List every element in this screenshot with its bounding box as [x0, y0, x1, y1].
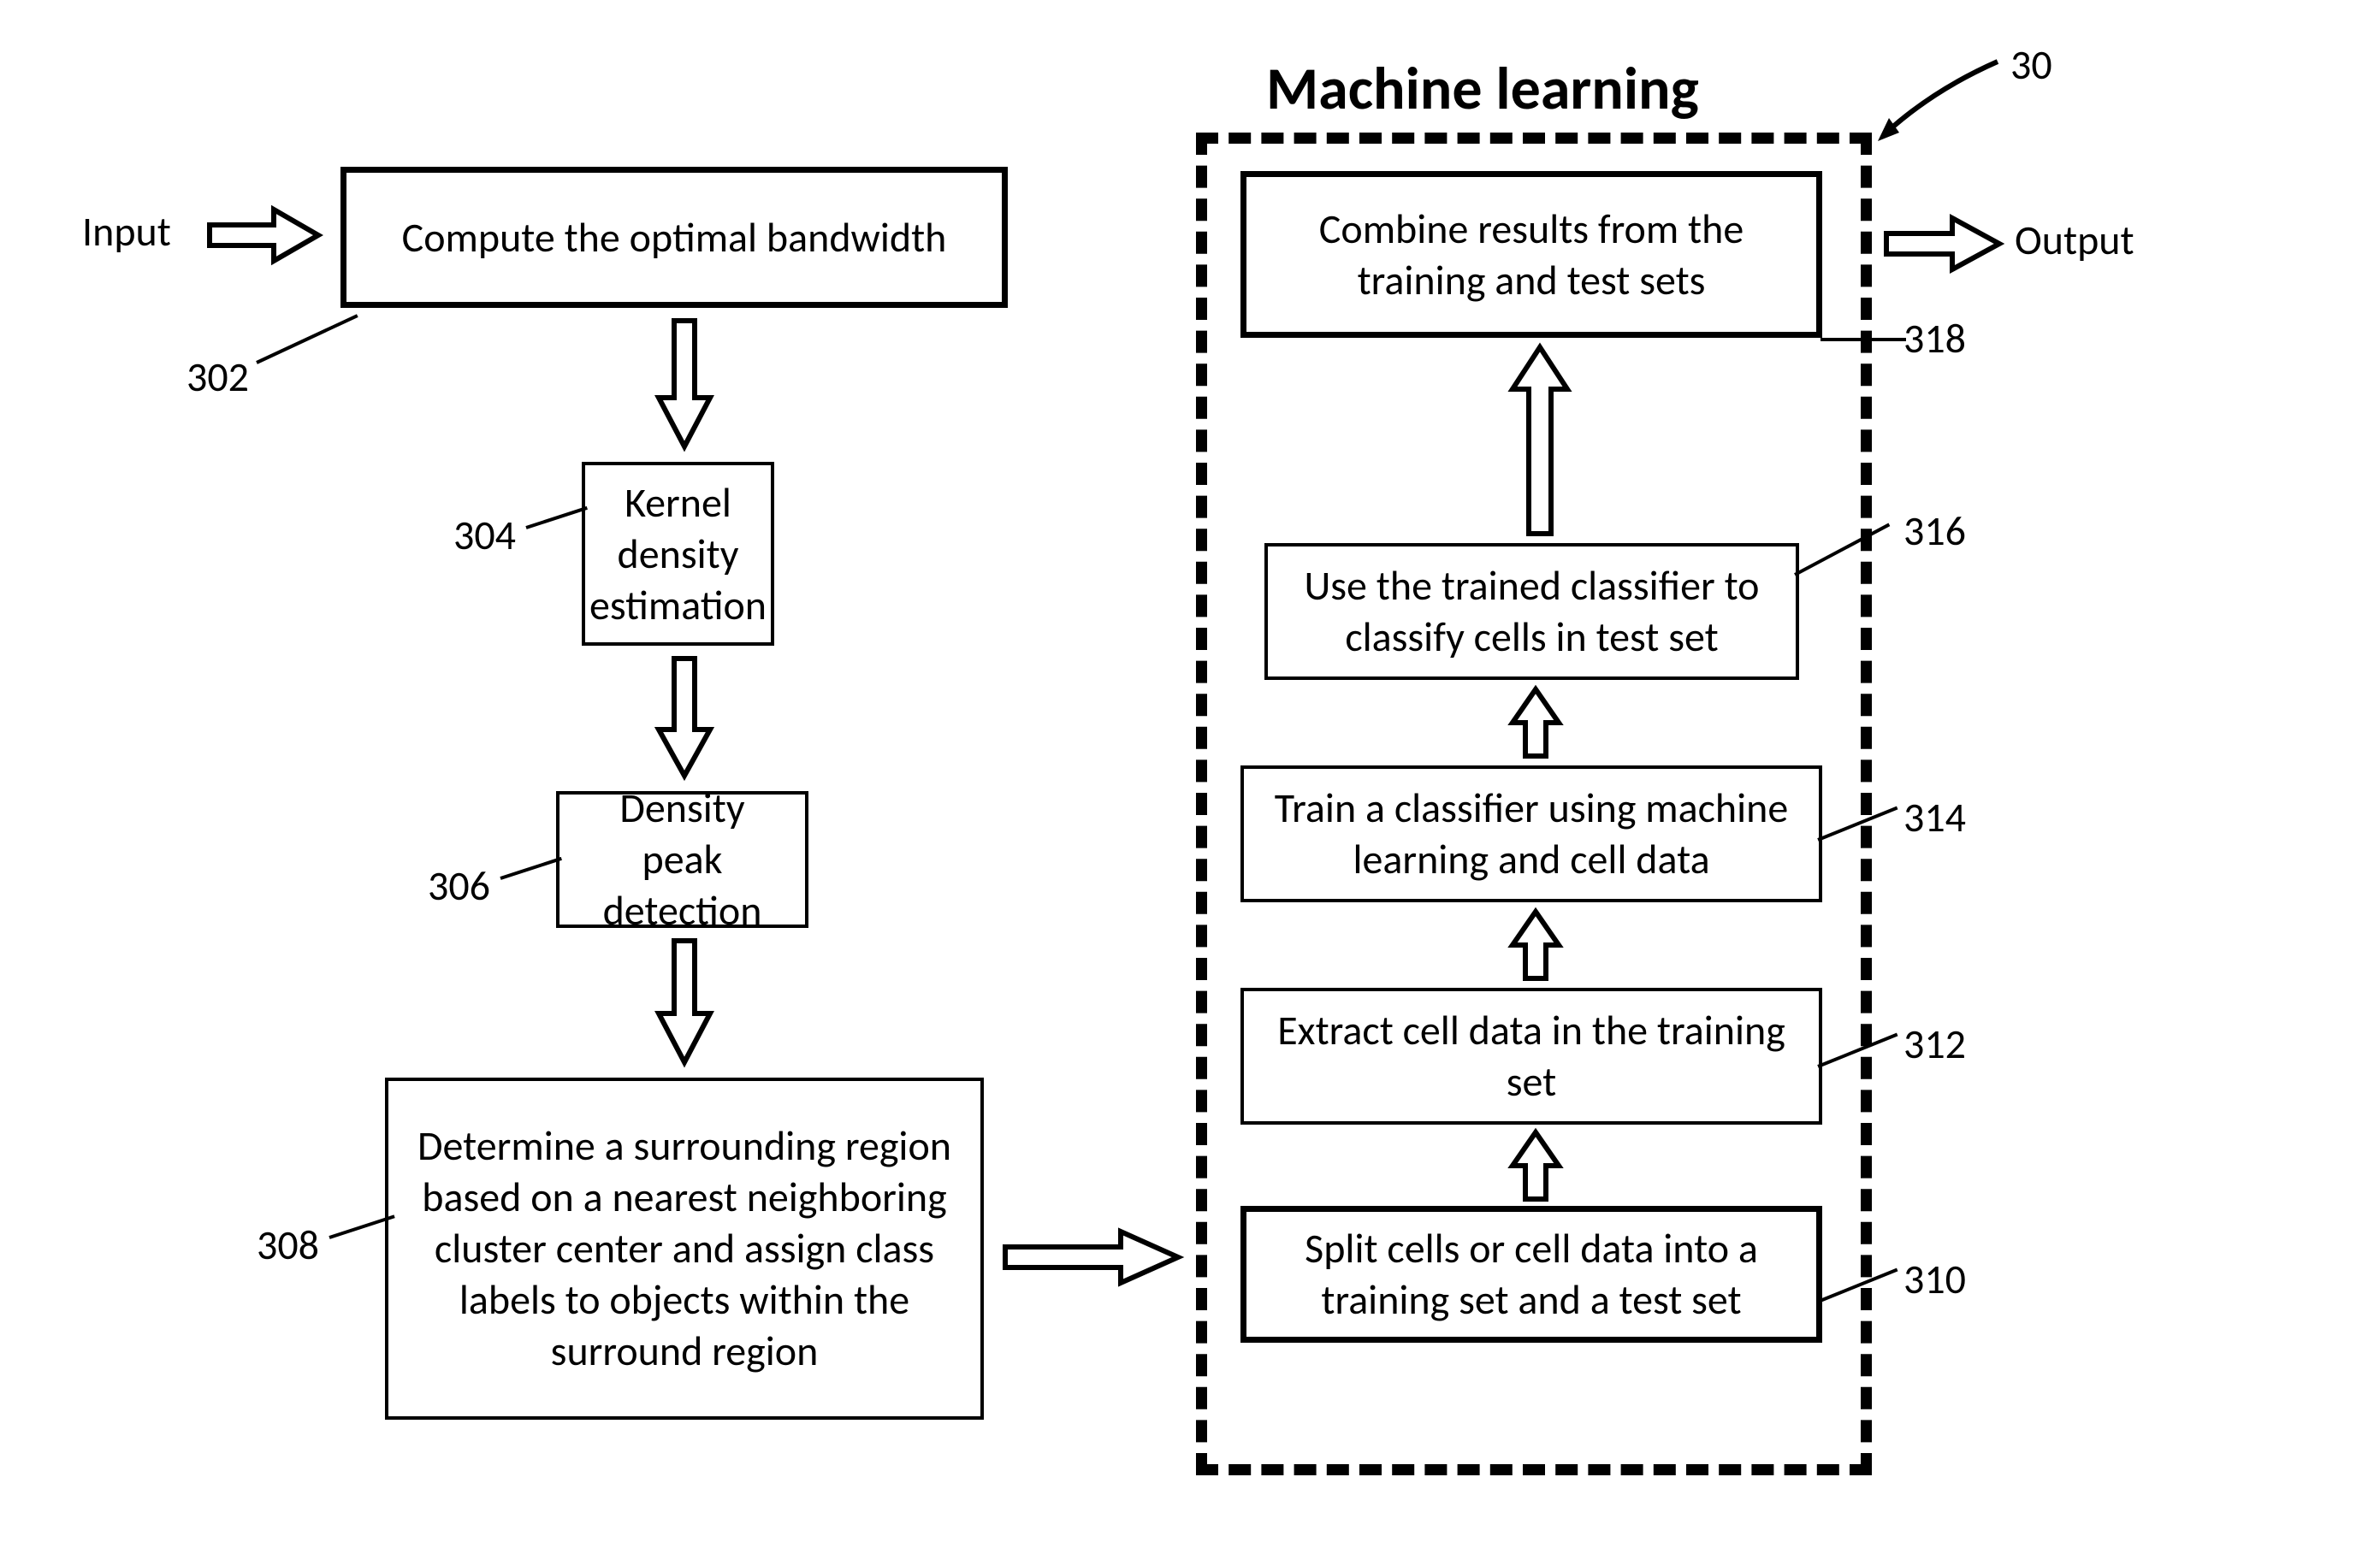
leader-318: [1821, 338, 1906, 341]
ref-312: 312: [1903, 1022, 1966, 1067]
arrow-304-306: [650, 654, 719, 783]
ref-316: 316: [1903, 509, 1966, 554]
output-label: Output: [2015, 218, 2134, 263]
box-312: Extract cell data in the training set: [1240, 988, 1822, 1125]
arrow-308-310: [1001, 1223, 1185, 1291]
box-302: Compute the optimal bandwidth: [340, 167, 1008, 308]
ref-304: 304: [453, 513, 516, 558]
arrow-310-312: [1506, 1127, 1566, 1204]
ref-302: 302: [186, 355, 249, 400]
input-label: Input: [82, 210, 171, 255]
diagram-canvas: Machine learning 30 Input Compute the op…: [0, 0, 2380, 1542]
box-314: Train a classifier using machine learnin…: [1240, 765, 1822, 902]
ref-318: 318: [1903, 316, 1966, 362]
ref-314: 314: [1903, 795, 1966, 841]
machine-learning-title: Machine learning: [1266, 51, 1699, 125]
arrow-input: [205, 201, 325, 269]
box-318: Combine results from the training and te…: [1240, 171, 1822, 338]
callout-arrow-30: [1874, 51, 2010, 150]
leader-304: [525, 506, 588, 529]
arrow-302-304: [650, 316, 719, 453]
box-306: Density peak detection: [556, 791, 808, 928]
box-308: Determine a surrounding region based on …: [385, 1078, 984, 1420]
ref-306: 306: [428, 864, 490, 909]
box-316: Use the trained classifier to classify c…: [1264, 543, 1799, 680]
arrow-312-314: [1506, 907, 1566, 984]
ref-308: 308: [257, 1223, 319, 1268]
arrow-306-308: [650, 936, 719, 1069]
arrow-316-318: [1506, 342, 1574, 539]
ref-310: 310: [1903, 1257, 1966, 1303]
ref-30: 30: [2010, 43, 2052, 88]
leader-306: [500, 857, 562, 880]
arrow-output: [1882, 210, 2006, 278]
arrow-314-316: [1506, 684, 1566, 761]
box-310: Split cells or cell data into a training…: [1240, 1206, 1822, 1343]
leader-302: [256, 314, 358, 364]
box-304: Kernel density estimation: [582, 462, 774, 646]
